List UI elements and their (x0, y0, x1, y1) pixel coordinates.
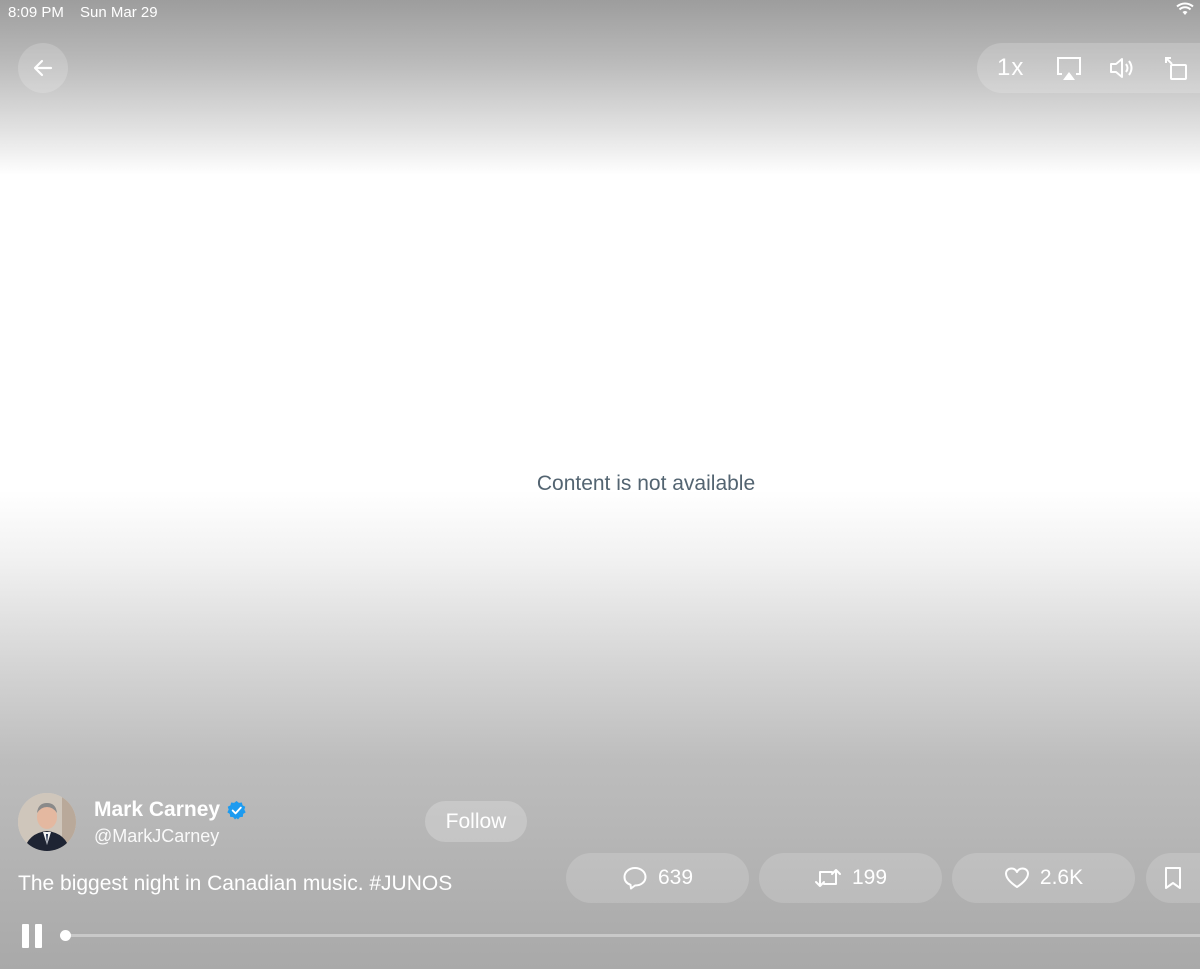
status-date: Sun Mar 29 (80, 4, 158, 21)
repost-icon (814, 869, 841, 887)
reply-button[interactable]: 639 (566, 853, 749, 903)
airplay-icon[interactable] (1054, 53, 1084, 83)
reply-count: 639 (657, 866, 694, 889)
repost-button[interactable]: 199 (759, 853, 942, 903)
bookmark-icon (1165, 867, 1181, 889)
verified-badge-icon (226, 800, 247, 826)
status-bar: 8:09 PM Sun Mar 29 (0, 0, 1200, 24)
author-name[interactable]: Mark Carney (94, 798, 220, 822)
like-button[interactable]: 2.6K (952, 853, 1135, 903)
reply-icon (623, 867, 647, 890)
back-arrow-icon (33, 59, 53, 77)
follow-button[interactable]: Follow (425, 801, 527, 842)
like-icon (1004, 867, 1029, 888)
bookmark-button[interactable] (1146, 853, 1200, 903)
wifi-icon (1176, 2, 1194, 21)
avatar[interactable] (18, 793, 76, 851)
progress-track[interactable] (60, 934, 1200, 937)
like-count: 2.6K (1039, 866, 1084, 889)
pause-icon (22, 924, 29, 948)
author-handle[interactable]: @MarkJCarney (94, 826, 219, 847)
status-time: 8:09 PM (8, 4, 64, 21)
rotate-icon[interactable] (1161, 53, 1191, 83)
back-button[interactable] (18, 43, 68, 93)
repost-count: 199 (851, 866, 888, 889)
content-unavailable-message: Content is not available (536, 472, 756, 495)
speaker-icon[interactable] (1107, 53, 1137, 83)
playback-speed-button[interactable]: 1x (997, 54, 1024, 82)
post-text: The biggest night in Canadian music. #JU… (18, 872, 453, 895)
progress-knob[interactable] (60, 930, 71, 941)
pause-button[interactable] (22, 924, 46, 948)
